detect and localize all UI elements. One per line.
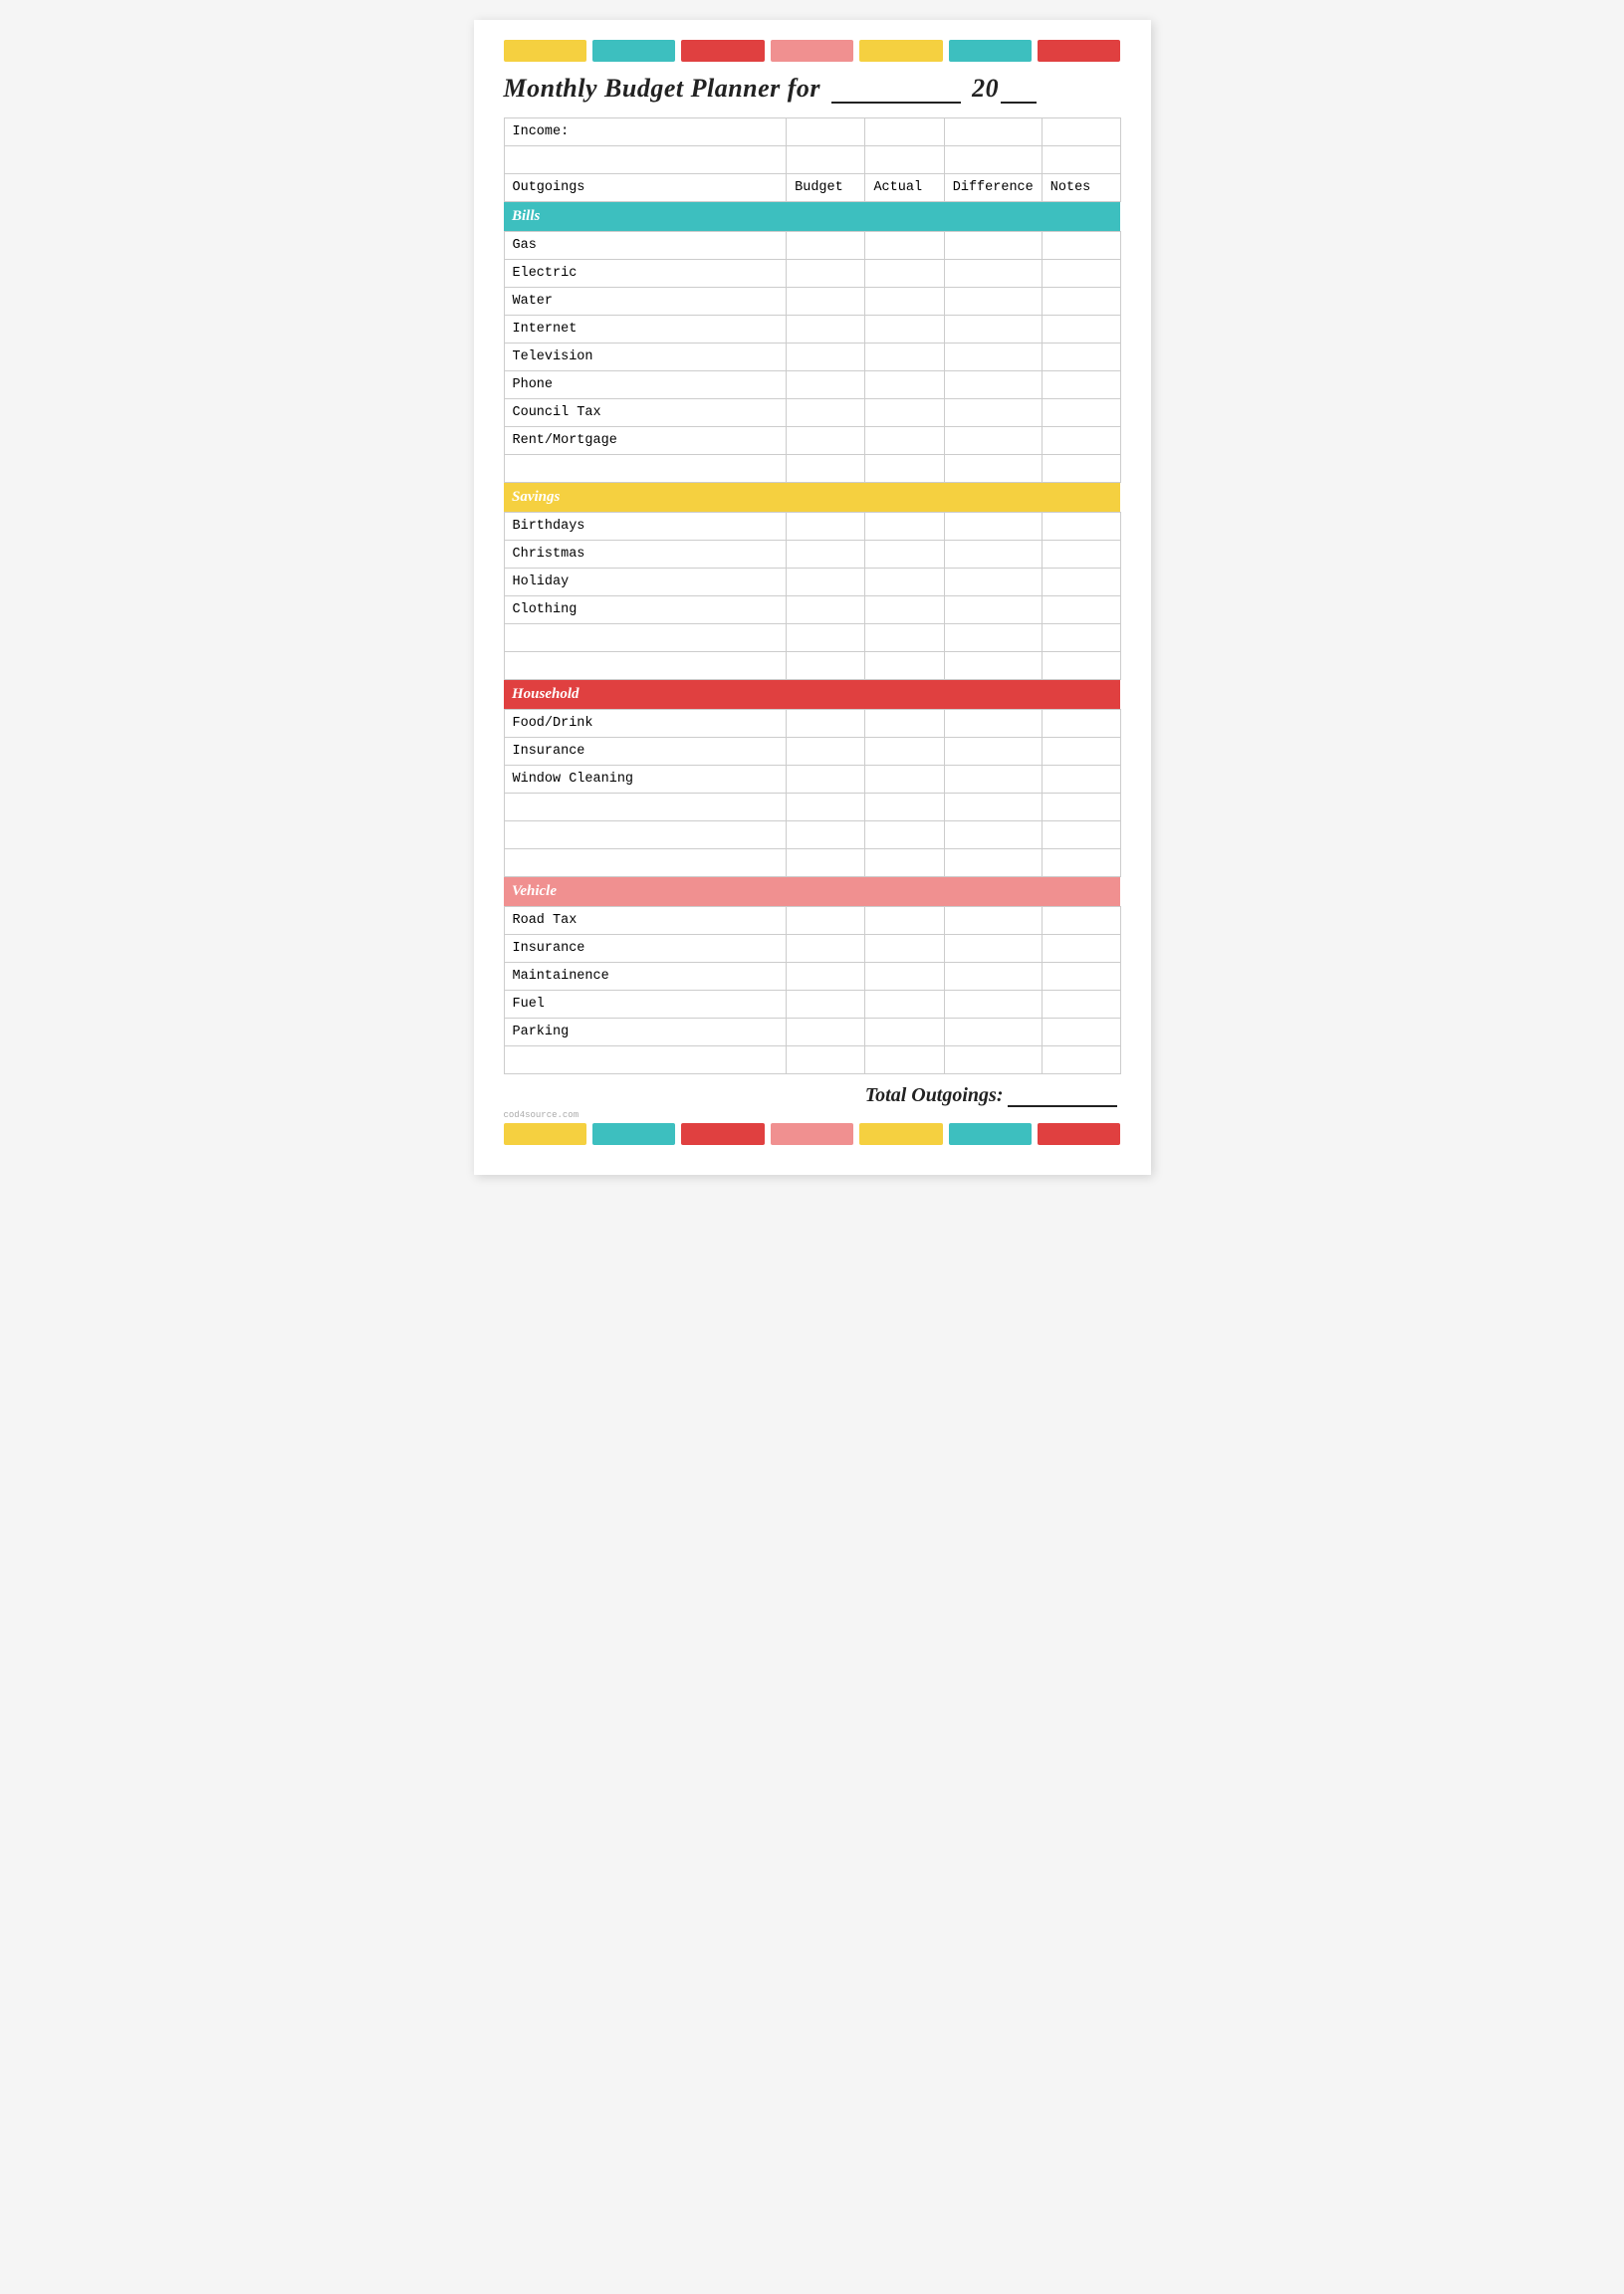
col-notes: Notes xyxy=(1042,174,1120,202)
income-row: Income: xyxy=(504,118,1120,146)
table-row: Holiday xyxy=(504,569,1120,596)
col-actual: Actual xyxy=(865,174,944,202)
vehicle-header-row: Vehicle xyxy=(504,877,1120,907)
year-prefix: 20 xyxy=(972,74,999,103)
table-row: Food/Drink xyxy=(504,710,1120,738)
name-line xyxy=(831,102,961,104)
vehicle-category: Vehicle xyxy=(504,877,1120,907)
col-budget: Budget xyxy=(787,174,865,202)
column-header-row: Outgoings Budget Actual Difference Notes xyxy=(504,174,1120,202)
color-bar-top xyxy=(504,40,1121,62)
table-row: Christmas xyxy=(504,541,1120,569)
col-outgoings: Outgoings xyxy=(504,174,787,202)
bottom-teal-block xyxy=(592,1123,675,1145)
bottom-yellow-block xyxy=(504,1123,586,1145)
empty-row-household-1 xyxy=(504,794,1120,821)
income-label: Income: xyxy=(504,118,787,146)
table-row: Insurance xyxy=(504,738,1120,766)
table-row: Gas xyxy=(504,232,1120,260)
table-row: Maintainence xyxy=(504,963,1120,991)
table-row: Television xyxy=(504,344,1120,371)
empty-row-vehicle xyxy=(504,1046,1120,1074)
savings-header-row: Savings xyxy=(504,483,1120,513)
bottom-red-block xyxy=(681,1123,764,1145)
bills-header-row: Bills xyxy=(504,202,1120,232)
table-row: Water xyxy=(504,288,1120,316)
watermark: cod4source.com xyxy=(504,1110,580,1120)
title-text: Monthly Budget Planner for xyxy=(504,74,821,103)
table-row: Clothing xyxy=(504,596,1120,624)
year-line xyxy=(1001,102,1037,104)
income-diff xyxy=(944,118,1042,146)
table-row: Fuel xyxy=(504,991,1120,1019)
bills-category: Bills xyxy=(504,202,1120,232)
bottom-pink-block xyxy=(771,1123,853,1145)
col-difference: Difference xyxy=(944,174,1042,202)
empty-row-household-2 xyxy=(504,821,1120,849)
red2-block xyxy=(1038,40,1120,62)
budget-table: Income: Outgoings Budget Actual Differen… xyxy=(504,117,1121,1074)
table-row: Insurance xyxy=(504,935,1120,963)
empty-row-savings-1 xyxy=(504,624,1120,652)
total-value-line xyxy=(1008,1105,1117,1107)
table-row: Council Tax xyxy=(504,399,1120,427)
teal2-block xyxy=(949,40,1032,62)
empty-row-1 xyxy=(504,146,1120,174)
total-label: Total Outgoings: xyxy=(865,1084,1004,1106)
pink-block xyxy=(771,40,853,62)
empty-row-household-3 xyxy=(504,849,1120,877)
empty-row-bills xyxy=(504,455,1120,483)
household-category: Household xyxy=(504,680,1120,710)
table-row: Electric xyxy=(504,260,1120,288)
table-row: Road Tax xyxy=(504,907,1120,935)
bottom-yellow2-block xyxy=(859,1123,942,1145)
table-row: Birthdays xyxy=(504,513,1120,541)
savings-category: Savings xyxy=(504,483,1120,513)
teal-block xyxy=(592,40,675,62)
empty-row-savings-2 xyxy=(504,652,1120,680)
yellow-block xyxy=(504,40,586,62)
income-budget xyxy=(787,118,865,146)
table-row: Window Cleaning xyxy=(504,766,1120,794)
table-row: Internet xyxy=(504,316,1120,344)
table-row: Parking xyxy=(504,1019,1120,1046)
table-row: Phone xyxy=(504,371,1120,399)
red-block xyxy=(681,40,764,62)
income-actual xyxy=(865,118,944,146)
page-title: Monthly Budget Planner for 20 xyxy=(504,74,1121,104)
color-bar-bottom xyxy=(504,1123,1121,1145)
bottom-teal2-block xyxy=(949,1123,1032,1145)
table-row: Rent/Mortgage xyxy=(504,427,1120,455)
yellow2-block xyxy=(859,40,942,62)
total-outgoings: Total Outgoings: xyxy=(504,1084,1121,1107)
income-notes xyxy=(1042,118,1120,146)
household-header-row: Household xyxy=(504,680,1120,710)
bottom-red2-block xyxy=(1038,1123,1120,1145)
page: Monthly Budget Planner for 20 Income: xyxy=(474,20,1151,1175)
